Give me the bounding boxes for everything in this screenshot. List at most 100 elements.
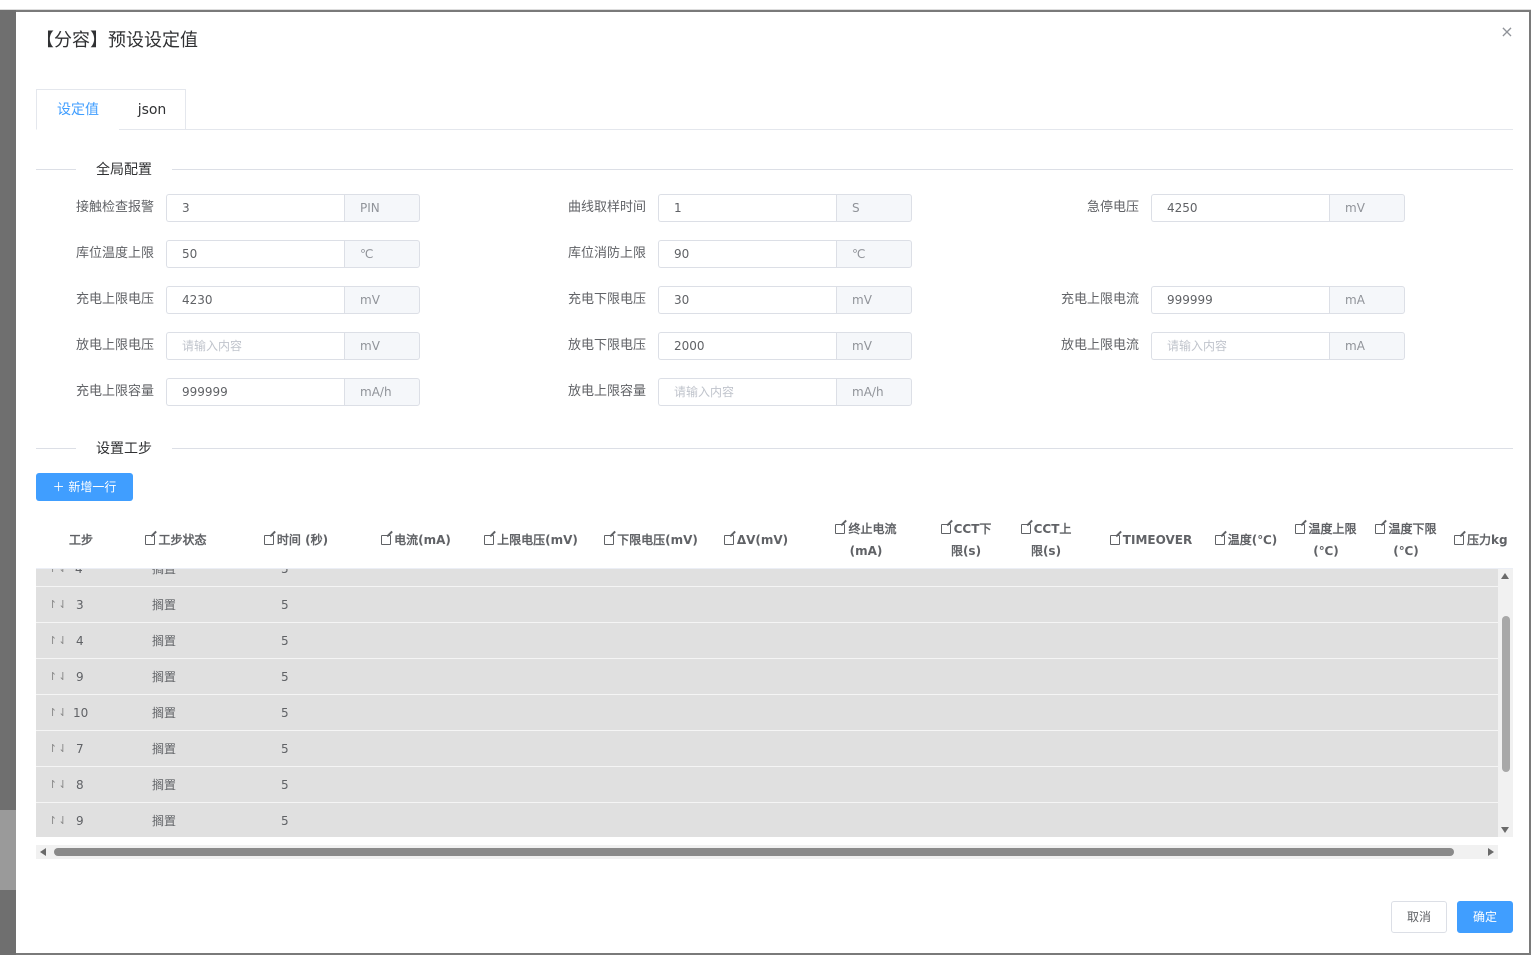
- cell-status[interactable]: 搁置: [152, 569, 176, 587]
- table-row[interactable]: ↾⇃ 10 搁置 5: [36, 695, 1498, 731]
- charge-upper-current-input[interactable]: [1151, 286, 1329, 314]
- cell-time[interactable]: 5: [281, 803, 289, 837]
- th-cct-upper[interactable]: CCT上限(s): [1016, 512, 1076, 568]
- cell-status[interactable]: 搁置: [152, 767, 176, 803]
- charge-lower-voltage-input[interactable]: [658, 286, 836, 314]
- contact-alarm-label: 接触检查报警: [75, 200, 154, 215]
- temp-upper-input[interactable]: [166, 240, 344, 268]
- table-row[interactable]: ↾⇃ 9 搁置 5: [36, 803, 1498, 837]
- vertical-scroll-thumb[interactable]: [1502, 616, 1510, 772]
- vertical-scrollbar[interactable]: [1498, 569, 1513, 837]
- charge-upper-voltage-input[interactable]: [166, 286, 344, 314]
- th-time-label: 时间 (秒): [276, 533, 329, 547]
- th-time[interactable]: 时间 (秒): [246, 512, 346, 568]
- drag-handle-icon[interactable]: ↾⇃: [48, 731, 68, 767]
- emergency-voltage-label: 急停电压: [1086, 200, 1139, 215]
- drag-handle-icon[interactable]: ↾⇃: [48, 803, 68, 837]
- cell-time[interactable]: 5: [281, 731, 289, 767]
- cell-status[interactable]: 搁置: [152, 659, 176, 695]
- drag-handle-icon[interactable]: ↾⇃: [48, 767, 68, 803]
- th-current-label: 电流(mA): [394, 533, 451, 547]
- scroll-up-icon[interactable]: [1501, 573, 1509, 579]
- table-row[interactable]: ↾⇃ 4 搁置 5: [36, 623, 1498, 659]
- cell-step: 8: [76, 778, 84, 792]
- th-temperature-label: 温度(℃): [1227, 533, 1278, 547]
- th-cct-lower[interactable]: CCT下限(s): [936, 512, 996, 568]
- cell-step: 7: [76, 742, 84, 756]
- charge-upper-current-group: mA: [1151, 286, 1405, 314]
- fire-upper-input[interactable]: [658, 240, 836, 268]
- discharge-upper-current-unit: mA: [1329, 332, 1405, 360]
- contact-alarm-input[interactable]: [166, 194, 344, 222]
- horizontal-scroll-thumb[interactable]: [54, 848, 1454, 856]
- cell-status[interactable]: 搁置: [152, 803, 176, 837]
- edit-icon: [835, 524, 846, 534]
- temp-upper-group: ℃: [166, 240, 420, 268]
- table-row[interactable]: ↾⇃ 3 搁置 5: [36, 587, 1498, 623]
- cell-status[interactable]: 搁置: [152, 623, 176, 659]
- cell-time[interactable]: 5: [281, 569, 289, 587]
- table-row[interactable]: ↾⇃ 4 搁置 5: [36, 569, 1498, 587]
- drag-handle-icon[interactable]: ↾⇃: [48, 587, 68, 623]
- discharge-lower-voltage-input[interactable]: [658, 332, 836, 360]
- th-lower-voltage[interactable]: 下限电压(mV): [596, 512, 706, 568]
- th-temp-lower-label: 温度下限(℃): [1388, 522, 1437, 558]
- th-status[interactable]: 工步状态: [126, 512, 226, 568]
- edit-icon: [1214, 535, 1225, 545]
- edit-icon: [263, 535, 274, 545]
- table-row[interactable]: ↾⇃ 8 搁置 5: [36, 767, 1498, 803]
- backdrop-left: [0, 10, 16, 955]
- table-row[interactable]: ↾⇃ 7 搁置 5: [36, 731, 1498, 767]
- drag-handle-icon[interactable]: ↾⇃: [48, 695, 68, 731]
- cell-time[interactable]: 5: [281, 659, 289, 695]
- cancel-button[interactable]: 取消: [1391, 901, 1447, 933]
- cell-status[interactable]: 搁置: [152, 731, 176, 767]
- table-header: 工步 工步状态 时间 (秒) 电流(mA) 上限电压(mV) 下限电压(mV) …: [36, 512, 1513, 569]
- confirm-button[interactable]: 确定: [1457, 901, 1513, 933]
- discharge-upper-voltage-input[interactable]: [166, 332, 344, 360]
- discharge-upper-capacity-input[interactable]: [658, 378, 836, 406]
- cell-status[interactable]: 搁置: [152, 695, 176, 731]
- th-timeover-label: TIMEOVER: [1122, 533, 1193, 547]
- cell-status[interactable]: 搁置: [152, 587, 176, 623]
- th-stop-current[interactable]: 终止电流(mA): [826, 512, 906, 568]
- scroll-left-icon[interactable]: [40, 848, 46, 856]
- drag-handle-icon[interactable]: ↾⇃: [48, 623, 68, 659]
- th-timeover[interactable]: TIMEOVER: [1096, 512, 1206, 568]
- cell-step: 3: [76, 598, 84, 612]
- scroll-right-icon[interactable]: [1488, 848, 1494, 856]
- th-temp-upper[interactable]: 温度上限(℃): [1291, 512, 1361, 568]
- drag-handle-icon[interactable]: ↾⇃: [48, 659, 68, 695]
- charge-upper-capacity-input[interactable]: [166, 378, 344, 406]
- th-current[interactable]: 电流(mA): [366, 512, 466, 568]
- th-delta-v[interactable]: ΔV(mV): [716, 512, 796, 568]
- cell-time[interactable]: 5: [281, 623, 289, 659]
- tab-json[interactable]: json: [119, 89, 186, 130]
- th-pressure[interactable]: 压力kg: [1454, 512, 1513, 568]
- cell-time[interactable]: 5: [281, 767, 289, 803]
- th-upper-voltage-label: 上限电压(mV): [497, 533, 578, 547]
- table-row[interactable]: ↾⇃ 9 搁置 5: [36, 659, 1498, 695]
- close-icon[interactable]: ×: [1499, 24, 1515, 40]
- th-temperature[interactable]: 温度(℃): [1211, 512, 1281, 568]
- th-temp-lower[interactable]: 温度下限(℃): [1371, 512, 1441, 568]
- browser-top-strip: [0, 0, 1531, 10]
- cell-step: 9: [76, 814, 84, 828]
- tab-settings[interactable]: 设定值: [36, 89, 120, 130]
- th-upper-voltage[interactable]: 上限电压(mV): [476, 512, 586, 568]
- cell-time[interactable]: 5: [281, 587, 289, 623]
- discharge-upper-voltage-group: mV: [166, 332, 420, 360]
- scroll-down-icon[interactable]: [1501, 827, 1509, 833]
- add-row-button[interactable]: ＋ 新增一行: [36, 473, 133, 501]
- drag-handle-icon[interactable]: ↾⇃: [48, 569, 68, 587]
- discharge-upper-current-input[interactable]: [1151, 332, 1329, 360]
- sample-time-input[interactable]: [658, 194, 836, 222]
- discharge-upper-voltage-label: 放电上限电压: [75, 338, 154, 353]
- section-divider-global: 全局配置: [36, 159, 1513, 179]
- temp-upper-label: 库位温度上限: [75, 246, 154, 261]
- emergency-voltage-input[interactable]: [1151, 194, 1329, 222]
- horizontal-scrollbar[interactable]: [36, 845, 1498, 859]
- charge-upper-voltage-unit: mV: [344, 286, 420, 314]
- cell-time[interactable]: 5: [281, 695, 289, 731]
- th-cct-upper-label: CCT上限(s): [1030, 522, 1072, 558]
